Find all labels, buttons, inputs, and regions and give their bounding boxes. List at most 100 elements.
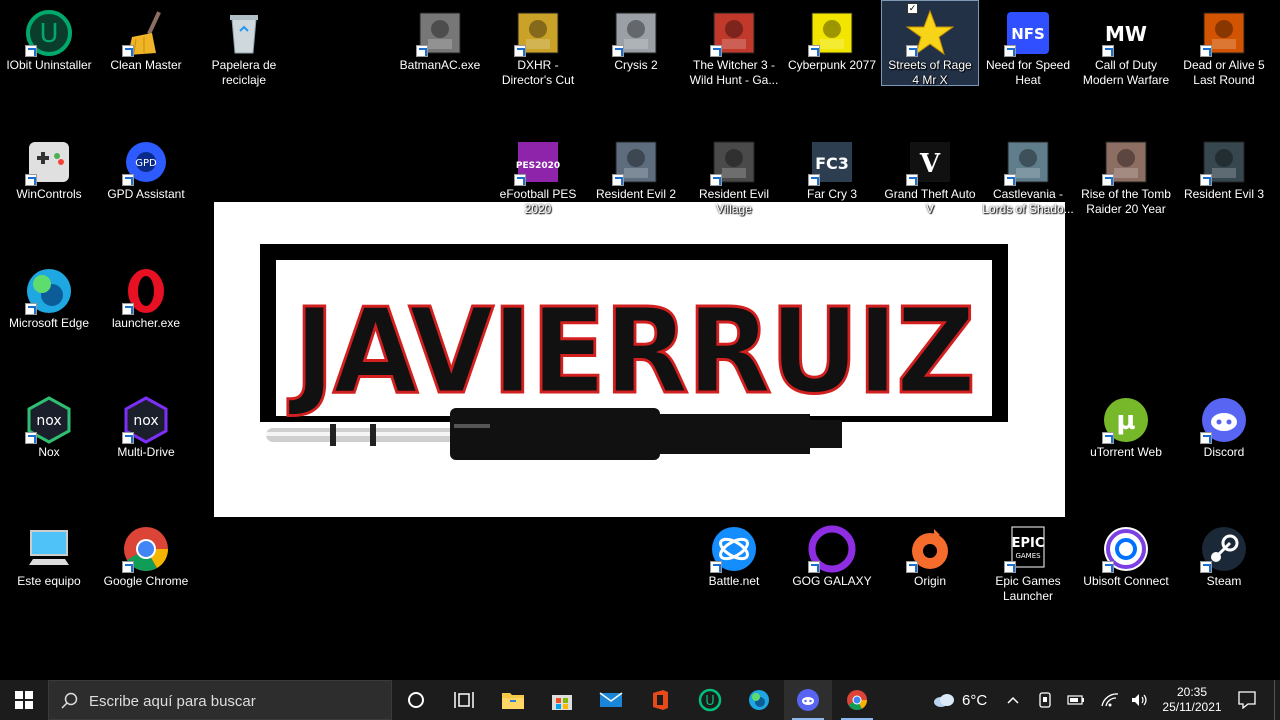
desktop-icon[interactable]: GOG GALAXY [784,517,880,617]
ubisoft-icon [1102,525,1150,573]
desktop-icon[interactable]: Streets of Rage 4 Mr X Nightmare ✓ [881,0,979,89]
taskbar-chrome[interactable] [833,680,881,720]
taskbar-file-explorer[interactable] [489,680,537,720]
tray-battery[interactable] [1064,680,1088,720]
desktop-icon[interactable]: BatmanAC.exe [392,1,488,101]
edge-icon [25,267,73,315]
svg-text:FC3: FC3 [815,154,849,173]
desktop-icon[interactable]: FC3 Far Cry 3 [784,130,880,230]
shortcut-arrow-icon [25,174,37,186]
shortcut-arrow-icon [416,45,428,57]
desktop-icon-label: Clean Master [110,58,182,72]
clock-time: 20:35 [1176,685,1208,699]
desktop-icon-label: GPD Assistant [107,187,185,201]
tray-volume[interactable] [1128,680,1152,720]
chevron-up-icon [1007,696,1019,704]
desktop-icon[interactable]: NFS Need for Speed Heat [980,1,1076,101]
desktop-icon[interactable]: Resident Evil Village [686,130,782,230]
search-input[interactable]: Escribe aquí para buscar [48,680,392,720]
task-view-button[interactable] [440,680,488,720]
steam-icon [1200,525,1248,573]
selection-checkbox[interactable]: ✓ [907,3,918,14]
desktop-icon-label: Papelera de reciclaje [211,58,277,87]
desktop-icon[interactable]: Cyberpunk 2077 [784,1,880,101]
show-desktop-divider[interactable] [1274,680,1275,720]
notification-icon [1238,691,1256,709]
re2-icon [612,138,660,186]
desktop-icon-label: Battle.net [708,574,760,588]
taskbar: Escribe aquí para buscar U 6°C 20:35 25/… [0,680,1280,720]
desktop-icon[interactable]: The Witcher 3 - Wild Hunt - Ga... [686,1,782,101]
tray-network[interactable] [1098,680,1122,720]
desktop-icon[interactable]: PES2020 eFootball PES 2020 [490,130,586,230]
taskbar-iobit[interactable]: U [686,680,734,720]
desktop-icon[interactable]: MW Call of Duty Modern Warfare [1078,1,1174,101]
nox-multi-icon: nox [122,396,170,444]
desktop-icon[interactable]: EPIC GAMES Epic Games Launcher [980,517,1076,617]
desktop-icon[interactable]: Steam [1176,517,1272,617]
mail-icon [599,692,623,707]
desktop-icon[interactable]: Battle.net [686,517,782,617]
desktop-icon[interactable]: Clean Master [98,1,194,101]
shortcut-arrow-icon [1200,174,1212,186]
batman-icon [416,9,464,57]
desktop-icon[interactable]: DXHR - Director's Cut [490,1,586,101]
shortcut-arrow-icon [122,45,134,57]
desktop-icon[interactable]: launcher.exe [98,259,194,359]
gog-icon [808,525,856,573]
notifications-button[interactable] [1230,680,1264,720]
desktop-icon[interactable]: Microsoft Edge [1,259,97,359]
desktop-icon[interactable]: GPD GPD Assistant [98,130,194,230]
show-hidden-icons-button[interactable] [1002,680,1024,720]
desktop-icon[interactable]: Papelera de reciclaje [196,1,292,101]
taskbar-store[interactable] [538,680,586,720]
taskbar-edge[interactable] [735,680,783,720]
desktop-icon[interactable]: V Grand Theft Auto V [882,130,978,230]
desktop-icon[interactable]: WinControls [1,130,97,230]
desktop-icon[interactable]: U IObit Uninstaller [1,1,97,101]
taskbar-office[interactable] [636,680,684,720]
desktop-icon-label: Grand Theft Auto V [884,187,976,216]
farcry-icon: FC3 [808,138,856,186]
taskbar-discord[interactable] [784,680,832,720]
pes-icon: PES2020 [514,138,562,186]
desktop-icon-label: uTorrent Web [1090,445,1162,459]
witcher-icon [710,9,758,57]
weather-widget[interactable]: 6°C [928,680,1002,720]
desktop-icon[interactable]: µ uTorrent Web [1078,388,1174,488]
start-button[interactable] [0,680,48,720]
nfs-icon: NFS [1004,9,1052,57]
desktop-icon-label: WinControls [16,187,82,201]
desktop-icon[interactable]: Origin [882,517,978,617]
iobit-uninstaller-icon: U [698,688,722,712]
desktop-icon[interactable]: Crysis 2 [588,1,684,101]
desktop-icon[interactable]: nox Multi-Drive [98,388,194,488]
clock[interactable]: 20:35 25/11/2021 [1158,680,1226,720]
desktop-icon[interactable]: Discord [1176,388,1272,488]
cortana-button[interactable] [392,680,440,720]
desktop-icon[interactable]: Este equipo [1,517,97,617]
tray-device[interactable] [1034,680,1056,720]
desktop-icon[interactable]: Rise of the Tomb Raider 20 Year ... [1078,130,1174,230]
re-village-icon [710,138,758,186]
desktop-icon[interactable]: Resident Evil 3 [1176,130,1272,230]
utorrent-icon: µ [1102,396,1150,444]
shortcut-arrow-icon [906,561,918,573]
desktop-icon[interactable]: Castlevania - Lords of Shado... [980,130,1076,230]
cortana-icon [408,692,424,708]
shortcut-arrow-icon [808,561,820,573]
taskbar-mail[interactable] [587,680,635,720]
desktop-icon-label: Dead or Alive 5 Last Round [1183,58,1265,87]
shortcut-arrow-icon [808,174,820,186]
desktop-icon[interactable]: Resident Evil 2 [588,130,684,230]
desktop-icon[interactable]: Ubisoft Connect [1078,517,1174,617]
shortcut-arrow-icon [906,174,918,186]
weather-temperature: 6°C [962,691,988,709]
discord-icon [1200,396,1248,444]
desktop-icon-label: Resident Evil 2 [595,187,677,201]
desktop-icon[interactable]: Dead or Alive 5 Last Round [1176,1,1272,101]
desktop-icon[interactable]: Google Chrome [98,517,194,617]
cyberpunk-icon [808,9,856,57]
desktop-icon[interactable]: nox Nox [1,388,97,488]
origin-icon [906,525,954,573]
